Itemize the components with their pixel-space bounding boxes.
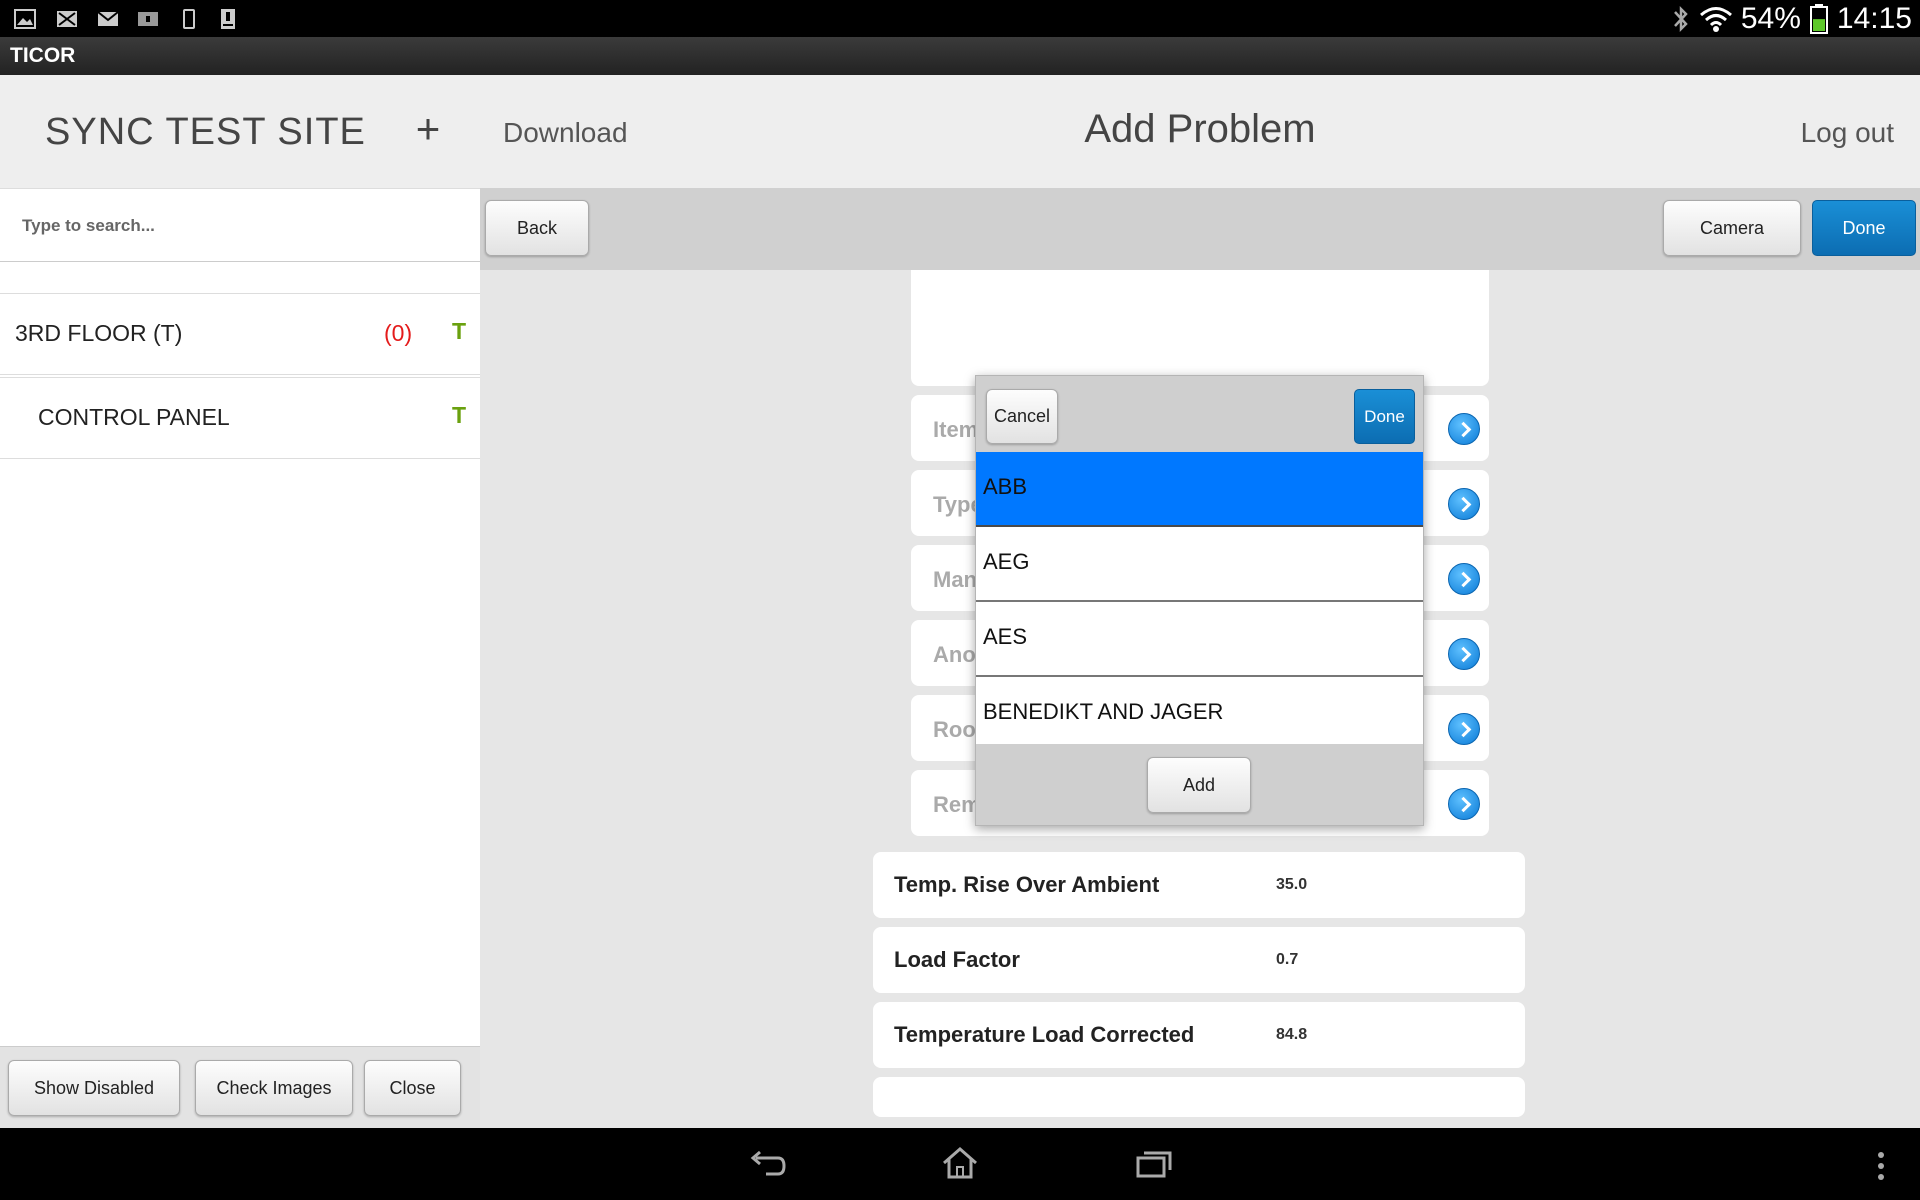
picker-option-label: BENEDIKT AND JAGER <box>983 699 1224 724</box>
tree-item-3rd-floor[interactable]: 3RD FLOOR (T) (0) T <box>0 293 480 375</box>
email-icon <box>97 11 119 26</box>
search-box <box>0 188 480 262</box>
tree-item-label: CONTROL PANEL <box>38 404 230 430</box>
manufacturer-picker: Cancel Done ABB AEG AES BENEDIKT AND JAG… <box>975 375 1424 826</box>
value-row-partial <box>873 1077 1525 1117</box>
picker-done-button[interactable]: Done <box>1354 389 1415 444</box>
status-right: 54% 14:15 <box>1671 0 1912 37</box>
battery-icon <box>1809 3 1828 34</box>
value-text: 84.8 <box>1276 1026 1308 1043</box>
app-title: TICOR <box>10 44 76 67</box>
back-nav-icon[interactable] <box>748 1148 788 1180</box>
value-row-temp-rise: Temp. Rise Over Ambient 35.0 <box>873 852 1525 918</box>
mail-x-icon <box>57 11 77 27</box>
toolbar: Back Camera Done <box>480 188 1920 270</box>
value-label: Load Factor <box>894 947 1020 972</box>
picker-option[interactable]: BENEDIKT AND JAGER <box>976 677 1423 744</box>
status-bar: 54% 14:15 <box>0 0 1920 37</box>
sidebar-header: SYNC TEST SITE + <box>0 75 480 188</box>
field-label: Item <box>933 417 979 442</box>
check-images-button[interactable]: Check Images <box>195 1060 353 1116</box>
notes-textarea[interactable] <box>911 270 1489 386</box>
sidebar: SYNC TEST SITE + 3RD FLOOR (T) (0) T CON… <box>0 75 480 1128</box>
site-title: SYNC TEST SITE <box>45 111 366 153</box>
value-row-load-factor: Load Factor 0.7 <box>873 927 1525 993</box>
picker-option-label: ABB <box>983 474 1028 499</box>
picker-list[interactable]: ABB AEG AES BENEDIKT AND JAGER <box>976 452 1423 744</box>
page-title: Add Problem <box>1084 107 1316 151</box>
show-disabled-button[interactable]: Show Disabled <box>8 1060 180 1116</box>
chevron-right-icon[interactable] <box>1448 488 1480 520</box>
value-text: 35.0 <box>1276 876 1308 893</box>
value-label: Temp. Rise Over Ambient <box>894 872 1160 897</box>
sidebar-footer: Show Disabled Check Images Close <box>0 1046 480 1128</box>
problem-count-badge: (0) <box>384 320 413 346</box>
picker-option-label: AEG <box>983 549 1030 574</box>
chevron-right-icon[interactable] <box>1448 713 1480 745</box>
logout-link[interactable]: Log out <box>1801 117 1894 149</box>
gallery-icon <box>14 9 36 29</box>
tree-item-label: 3RD FLOOR (T) <box>15 320 183 346</box>
picker-add-button[interactable]: Add <box>1147 757 1251 813</box>
overflow-menu-icon[interactable] <box>1876 1150 1886 1182</box>
field-label: Man <box>933 567 977 592</box>
picker-option[interactable]: AEG <box>976 527 1423 602</box>
chevron-right-icon[interactable] <box>1448 563 1480 595</box>
bluetooth-icon <box>1673 5 1688 32</box>
navigation-bar <box>0 1128 1920 1200</box>
home-nav-icon[interactable] <box>940 1145 980 1181</box>
battery-percent: 54% <box>1740 1 1801 35</box>
done-button[interactable]: Done <box>1812 200 1916 256</box>
picker-cancel-button[interactable]: Cancel <box>986 389 1058 444</box>
picker-option-label: AES <box>983 624 1028 649</box>
value-label: Temperature Load Corrected <box>894 1022 1195 1047</box>
add-button[interactable]: + <box>408 105 448 155</box>
status-flag: T <box>452 402 467 428</box>
tree-item-control-panel[interactable]: CONTROL PANEL T <box>0 377 480 459</box>
clock: 14:15 <box>1836 1 1912 35</box>
value-row-temp-load-corrected: Temperature Load Corrected 84.8 <box>873 1002 1525 1068</box>
storage-icon <box>138 12 158 26</box>
wifi-icon <box>1699 6 1732 32</box>
close-button[interactable]: Close <box>364 1060 461 1116</box>
main-header: Download Add Problem Log out <box>480 75 1920 188</box>
search-input[interactable] <box>22 211 462 241</box>
status-flag: T <box>452 318 467 344</box>
picker-option-selected[interactable]: ABB <box>976 452 1423 527</box>
value-text: 0.7 <box>1276 951 1299 968</box>
download-icon <box>221 9 235 29</box>
recent-apps-icon[interactable] <box>1134 1148 1174 1180</box>
picker-option[interactable]: AES <box>976 602 1423 677</box>
chevron-right-icon[interactable] <box>1448 788 1480 820</box>
chevron-right-icon[interactable] <box>1448 413 1480 445</box>
phone-icon <box>183 9 195 29</box>
camera-button[interactable]: Camera <box>1663 200 1801 256</box>
app-title-bar: TICOR <box>0 37 1920 75</box>
chevron-right-icon[interactable] <box>1448 638 1480 670</box>
back-button[interactable]: Back <box>485 200 589 256</box>
field-label: Rem <box>933 792 981 817</box>
